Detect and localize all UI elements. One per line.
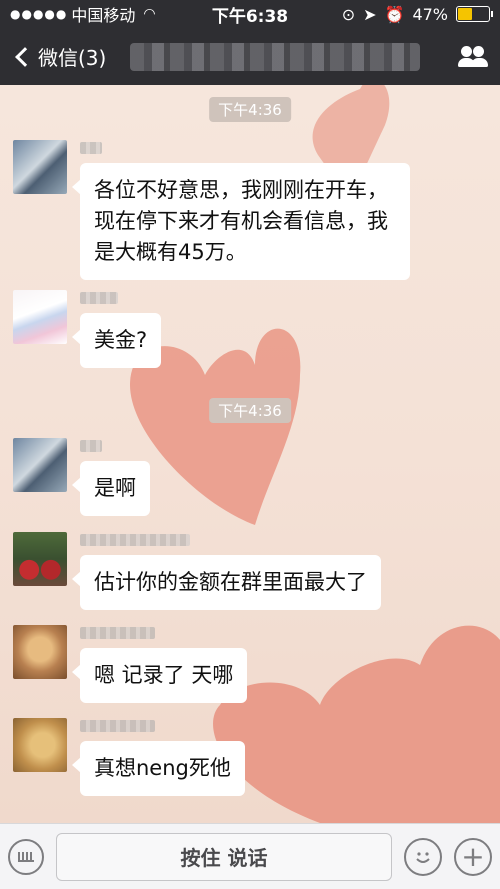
timestamp: 下午4:36 bbox=[209, 97, 291, 122]
alarm-icon: ⏰ bbox=[384, 4, 405, 24]
chat-title-redacted bbox=[130, 42, 421, 71]
input-bar: 按住 说话 + bbox=[0, 823, 500, 889]
message-bubble[interactable]: 美金? bbox=[71, 313, 162, 368]
back-label: 微信(3) bbox=[38, 46, 107, 70]
wifi-icon: ◠ bbox=[143, 6, 156, 22]
back-button[interactable]: 微信(3) bbox=[12, 42, 106, 71]
message-bubble[interactable]: 真想neng死他 bbox=[72, 741, 245, 796]
sender-name-redacted bbox=[80, 534, 190, 546]
message-bubble[interactable]: 嗯 记录了 天哪 bbox=[71, 648, 248, 703]
emoji-button[interactable] bbox=[404, 837, 442, 876]
plus-icon: + bbox=[461, 839, 485, 873]
chat-area[interactable]: 下午4:36 各位不好意思，我刚刚在开车，现在停下来才有机会看信息，我是大概有4… bbox=[0, 85, 500, 823]
sender-name-redacted bbox=[80, 292, 118, 304]
more-actions-button[interactable]: + bbox=[454, 837, 492, 876]
location-icon: ➤ bbox=[363, 4, 377, 24]
chevron-left-icon bbox=[15, 46, 35, 67]
battery-fill bbox=[458, 8, 473, 20]
keyboard-icon bbox=[18, 851, 34, 862]
sender-name-redacted bbox=[80, 142, 102, 154]
message-bubble[interactable]: 是啊 bbox=[72, 461, 150, 516]
avatar[interactable] bbox=[13, 625, 67, 679]
lock-rotation-icon: ⊙ bbox=[341, 4, 356, 24]
battery-icon bbox=[456, 6, 493, 22]
message-bubble[interactable]: 各位不好意思，我刚刚在开车，现在停下来才有机会看信息，我是大概有45万。 bbox=[72, 163, 410, 280]
hold-to-talk-button[interactable]: 按住 说话 bbox=[56, 832, 392, 881]
avatar[interactable] bbox=[13, 438, 67, 492]
signal-strength-icon: ●●●●● bbox=[10, 7, 68, 21]
signal-carrier: ●●●●● 中国移动 ◠ bbox=[10, 2, 156, 26]
battery-percent: 47% bbox=[412, 4, 448, 24]
sender-name-redacted bbox=[80, 627, 155, 639]
avatar[interactable] bbox=[13, 718, 67, 772]
carrier-name: 中国移动 bbox=[71, 6, 136, 25]
group-members-icon[interactable] bbox=[458, 44, 488, 70]
timestamp: 下午4:36 bbox=[209, 398, 291, 423]
message-bubble[interactable]: 估计你的金额在群里面最大了 bbox=[72, 555, 381, 610]
avatar[interactable] bbox=[13, 532, 67, 586]
avatar[interactable] bbox=[13, 140, 67, 194]
avatar[interactable] bbox=[13, 290, 67, 344]
status-right: ⊙ ➤ ⏰ 47% bbox=[341, 4, 493, 24]
keyboard-toggle-button[interactable] bbox=[8, 838, 44, 875]
sender-name-redacted bbox=[80, 720, 155, 732]
status-bar: ●●●●● 中国移动 ◠ 下午6:38 ⊙ ➤ ⏰ 47% bbox=[0, 0, 500, 28]
sender-name-redacted bbox=[80, 440, 102, 452]
nav-bar: 微信(3) bbox=[0, 28, 500, 85]
smiley-icon bbox=[416, 851, 430, 863]
